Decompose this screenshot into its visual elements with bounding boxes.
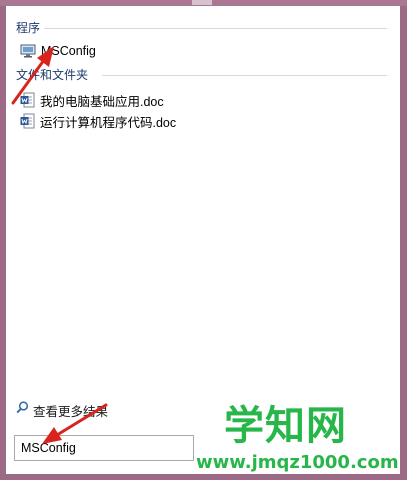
computer-icon bbox=[20, 44, 36, 58]
programs-section-divider bbox=[44, 28, 387, 29]
result-item-msconfig[interactable]: MSConfig bbox=[20, 41, 96, 61]
result-item-label: 我的电脑基础应用.doc bbox=[40, 94, 164, 109]
programs-section-header: 程序 bbox=[16, 21, 41, 35]
see-more-results-label: 查看更多结果 bbox=[33, 404, 109, 419]
start-search-panel: 程序 MSConfig 文件和文件夹 我的电脑基础应用.doc 运行计算机程序代… bbox=[6, 6, 400, 474]
files-section-divider bbox=[102, 75, 387, 76]
window-top-notch bbox=[192, 0, 212, 5]
result-item-label: MSConfig bbox=[41, 44, 96, 58]
search-input[interactable] bbox=[14, 435, 194, 461]
word-doc-icon bbox=[20, 92, 35, 108]
result-item-file[interactable]: 运行计算机程序代码.doc bbox=[20, 111, 176, 131]
word-doc-icon bbox=[20, 113, 35, 129]
result-item-file[interactable]: 我的电脑基础应用.doc bbox=[20, 90, 164, 110]
see-more-results-link[interactable]: 查看更多结果 bbox=[16, 401, 109, 419]
result-item-label: 运行计算机程序代码.doc bbox=[40, 115, 177, 130]
search-icon bbox=[16, 401, 29, 419]
files-section-header: 文件和文件夹 bbox=[16, 68, 89, 82]
